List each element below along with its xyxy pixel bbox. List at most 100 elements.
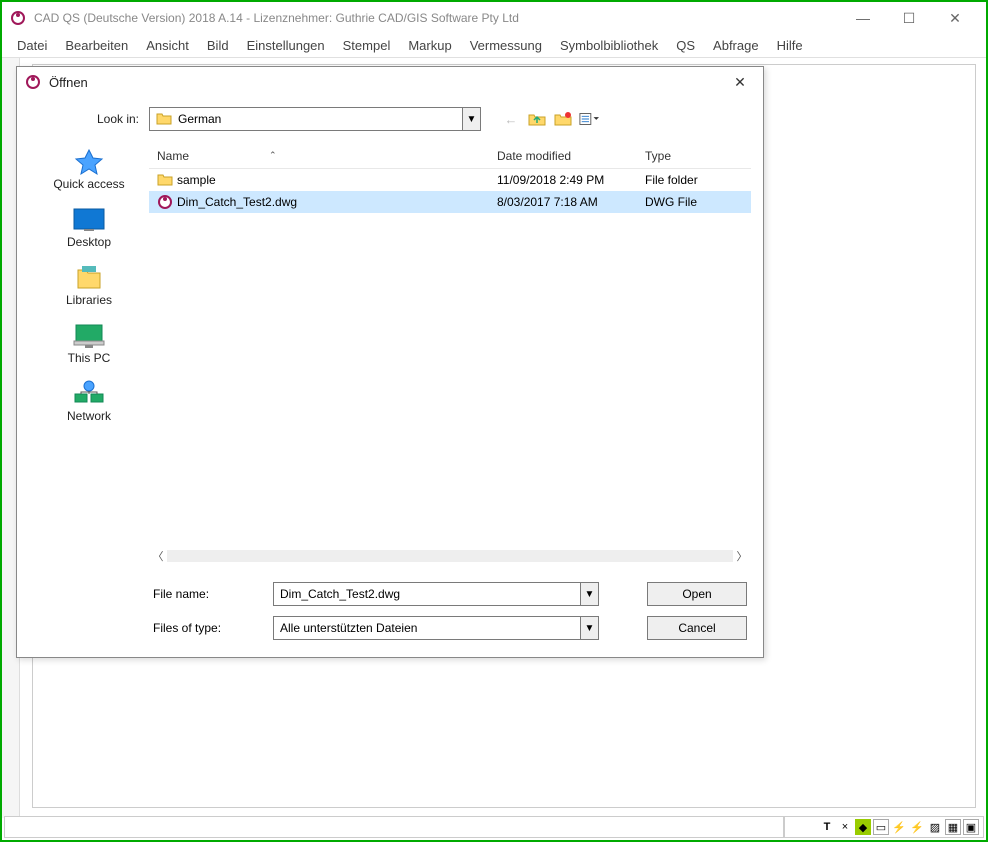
place-desktop[interactable]: Desktop	[29, 205, 149, 249]
sort-ascending-icon: ⌃	[269, 150, 277, 161]
file-row[interactable]: sample 11/09/2018 2:49 PM File folder	[149, 169, 751, 191]
filename-row: File name: Dim_Catch_Test2.dwg ▼ Open	[149, 577, 751, 611]
new-folder-icon[interactable]	[553, 109, 573, 129]
menubar: Datei Bearbeiten Ansicht Bild Einstellun…	[2, 34, 986, 58]
dialog-close-button[interactable]: ✕	[725, 70, 755, 94]
dialog-title: Öffnen	[49, 75, 725, 90]
status-lightning-icon[interactable]: ⚡	[891, 819, 907, 835]
status-x-icon[interactable]: ×	[837, 819, 853, 835]
menu-datei[interactable]: Datei	[8, 36, 56, 55]
filename-dropdown-button[interactable]: ▼	[580, 583, 598, 605]
dialog-main: Quick access Desktop Libraries	[29, 143, 751, 645]
status-screen-icon[interactable]: ▣	[963, 819, 979, 835]
place-quick-access[interactable]: Quick access	[29, 147, 149, 191]
minimize-button[interactable]: —	[840, 4, 886, 32]
col-name-label: Name	[157, 149, 189, 163]
menu-stempel[interactable]: Stempel	[334, 36, 400, 55]
file-list-rows: sample 11/09/2018 2:49 PM File folder Di…	[149, 169, 751, 547]
filetype-row: Files of type: Alle unterstützten Dateie…	[149, 611, 751, 645]
app-icon	[10, 10, 26, 26]
close-button[interactable]: ✕	[932, 4, 978, 32]
menu-vermessung[interactable]: Vermessung	[461, 36, 551, 55]
file-row[interactable]: Dim_Catch_Test2.dwg 8/03/2017 7:18 AM DW…	[149, 191, 751, 213]
scroll-right-icon[interactable]: 〉	[733, 548, 751, 564]
dialog-icon	[25, 74, 41, 90]
status-hatch-icon[interactable]: ▨	[927, 819, 943, 835]
menu-qs[interactable]: QS	[667, 36, 704, 55]
status-bolt2-icon[interactable]: ⚡	[909, 819, 925, 835]
menu-ansicht[interactable]: Ansicht	[137, 36, 198, 55]
file-list-header: Name ⌃ Date modified Type	[149, 143, 751, 169]
file-date: 8/03/2017 7:18 AM	[497, 195, 598, 209]
menu-einstellungen[interactable]: Einstellungen	[238, 36, 334, 55]
status-box1-icon[interactable]: ▭	[873, 819, 889, 835]
filetype-value: Alle unterstützten Dateien	[280, 621, 417, 635]
scroll-track[interactable]	[167, 550, 733, 562]
file-type: DWG File	[645, 195, 697, 209]
libraries-icon	[71, 263, 107, 293]
window-buttons: — ☐ ✕	[840, 4, 978, 32]
quick-access-icon	[71, 147, 107, 177]
statusbar: T × ◆ ▭ ⚡ ⚡ ▨ ▦ ▣	[4, 816, 984, 838]
filename-field[interactable]: Dim_Catch_Test2.dwg ▼	[273, 582, 599, 606]
network-icon	[71, 379, 107, 409]
places-bar: Quick access Desktop Libraries	[29, 143, 149, 645]
col-type-label: Type	[645, 149, 671, 163]
lookin-combo[interactable]: German ▼	[149, 107, 481, 131]
titlebar: CAD QS (Deutsche Version) 2018 A.14 - Li…	[2, 2, 986, 34]
col-date[interactable]: Date modified	[489, 149, 637, 163]
file-list: Name ⌃ Date modified Type	[149, 143, 751, 645]
folder-icon	[157, 172, 173, 188]
cancel-button-label: Cancel	[678, 621, 715, 635]
place-desktop-label: Desktop	[67, 235, 111, 249]
dialog-body: Look in: German ▼ ←	[17, 97, 763, 657]
status-layer-icon[interactable]: ◆	[855, 819, 871, 835]
file-name: Dim_Catch_Test2.dwg	[177, 195, 297, 209]
status-grid-icon[interactable]: ▦	[945, 819, 961, 835]
col-type[interactable]: Type	[637, 149, 751, 163]
view-menu-icon[interactable]	[579, 109, 599, 129]
place-thispc-label: This PC	[68, 351, 111, 365]
menu-bild[interactable]: Bild	[198, 36, 238, 55]
filename-value: Dim_Catch_Test2.dwg	[280, 587, 400, 601]
dialog-bottom: File name: Dim_Catch_Test2.dwg ▼ Open Fi…	[149, 565, 751, 645]
col-name[interactable]: Name ⌃	[149, 149, 489, 163]
horizontal-scrollbar[interactable]: 〈 〉	[149, 547, 751, 565]
thispc-icon	[71, 321, 107, 351]
statusbar-left	[4, 816, 784, 838]
scroll-left-icon[interactable]: 〈	[149, 548, 167, 564]
place-quick-access-label: Quick access	[53, 177, 124, 191]
desktop-icon	[71, 205, 107, 235]
menu-bearbeiten[interactable]: Bearbeiten	[56, 36, 137, 55]
place-thispc[interactable]: This PC	[29, 321, 149, 365]
place-libraries-label: Libraries	[66, 293, 112, 307]
open-button[interactable]: Open	[647, 582, 747, 606]
filetype-field[interactable]: Alle unterstützten Dateien ▼	[273, 616, 599, 640]
filetype-label: Files of type:	[149, 621, 273, 635]
up-folder-icon[interactable]	[527, 109, 547, 129]
file-type: File folder	[645, 173, 698, 187]
file-date: 11/09/2018 2:49 PM	[497, 173, 604, 187]
place-network[interactable]: Network	[29, 379, 149, 423]
back-icon[interactable]: ←	[501, 109, 521, 129]
lookin-row: Look in: German ▼ ←	[29, 103, 751, 135]
open-button-label: Open	[682, 587, 711, 601]
cancel-button[interactable]: Cancel	[647, 616, 747, 640]
status-text-icon[interactable]: T	[819, 819, 835, 835]
statusbar-right: T × ◆ ▭ ⚡ ⚡ ▨ ▦ ▣	[784, 816, 984, 838]
place-libraries[interactable]: Libraries	[29, 263, 149, 307]
dialog-titlebar: Öffnen ✕	[17, 67, 763, 97]
maximize-button[interactable]: ☐	[886, 4, 932, 32]
menu-symbolbibliothek[interactable]: Symbolbibliothek	[551, 36, 667, 55]
window-title: CAD QS (Deutsche Version) 2018 A.14 - Li…	[34, 11, 840, 25]
file-name: sample	[177, 173, 216, 187]
menu-hilfe[interactable]: Hilfe	[768, 36, 812, 55]
lookin-dropdown-button[interactable]: ▼	[462, 108, 480, 130]
filetype-dropdown-button[interactable]: ▼	[580, 617, 598, 639]
menu-abfrage[interactable]: Abfrage	[704, 36, 768, 55]
folder-icon	[156, 111, 172, 127]
col-date-label: Date modified	[497, 149, 571, 163]
dwg-file-icon	[157, 194, 173, 210]
place-network-label: Network	[67, 409, 111, 423]
menu-markup[interactable]: Markup	[399, 36, 460, 55]
